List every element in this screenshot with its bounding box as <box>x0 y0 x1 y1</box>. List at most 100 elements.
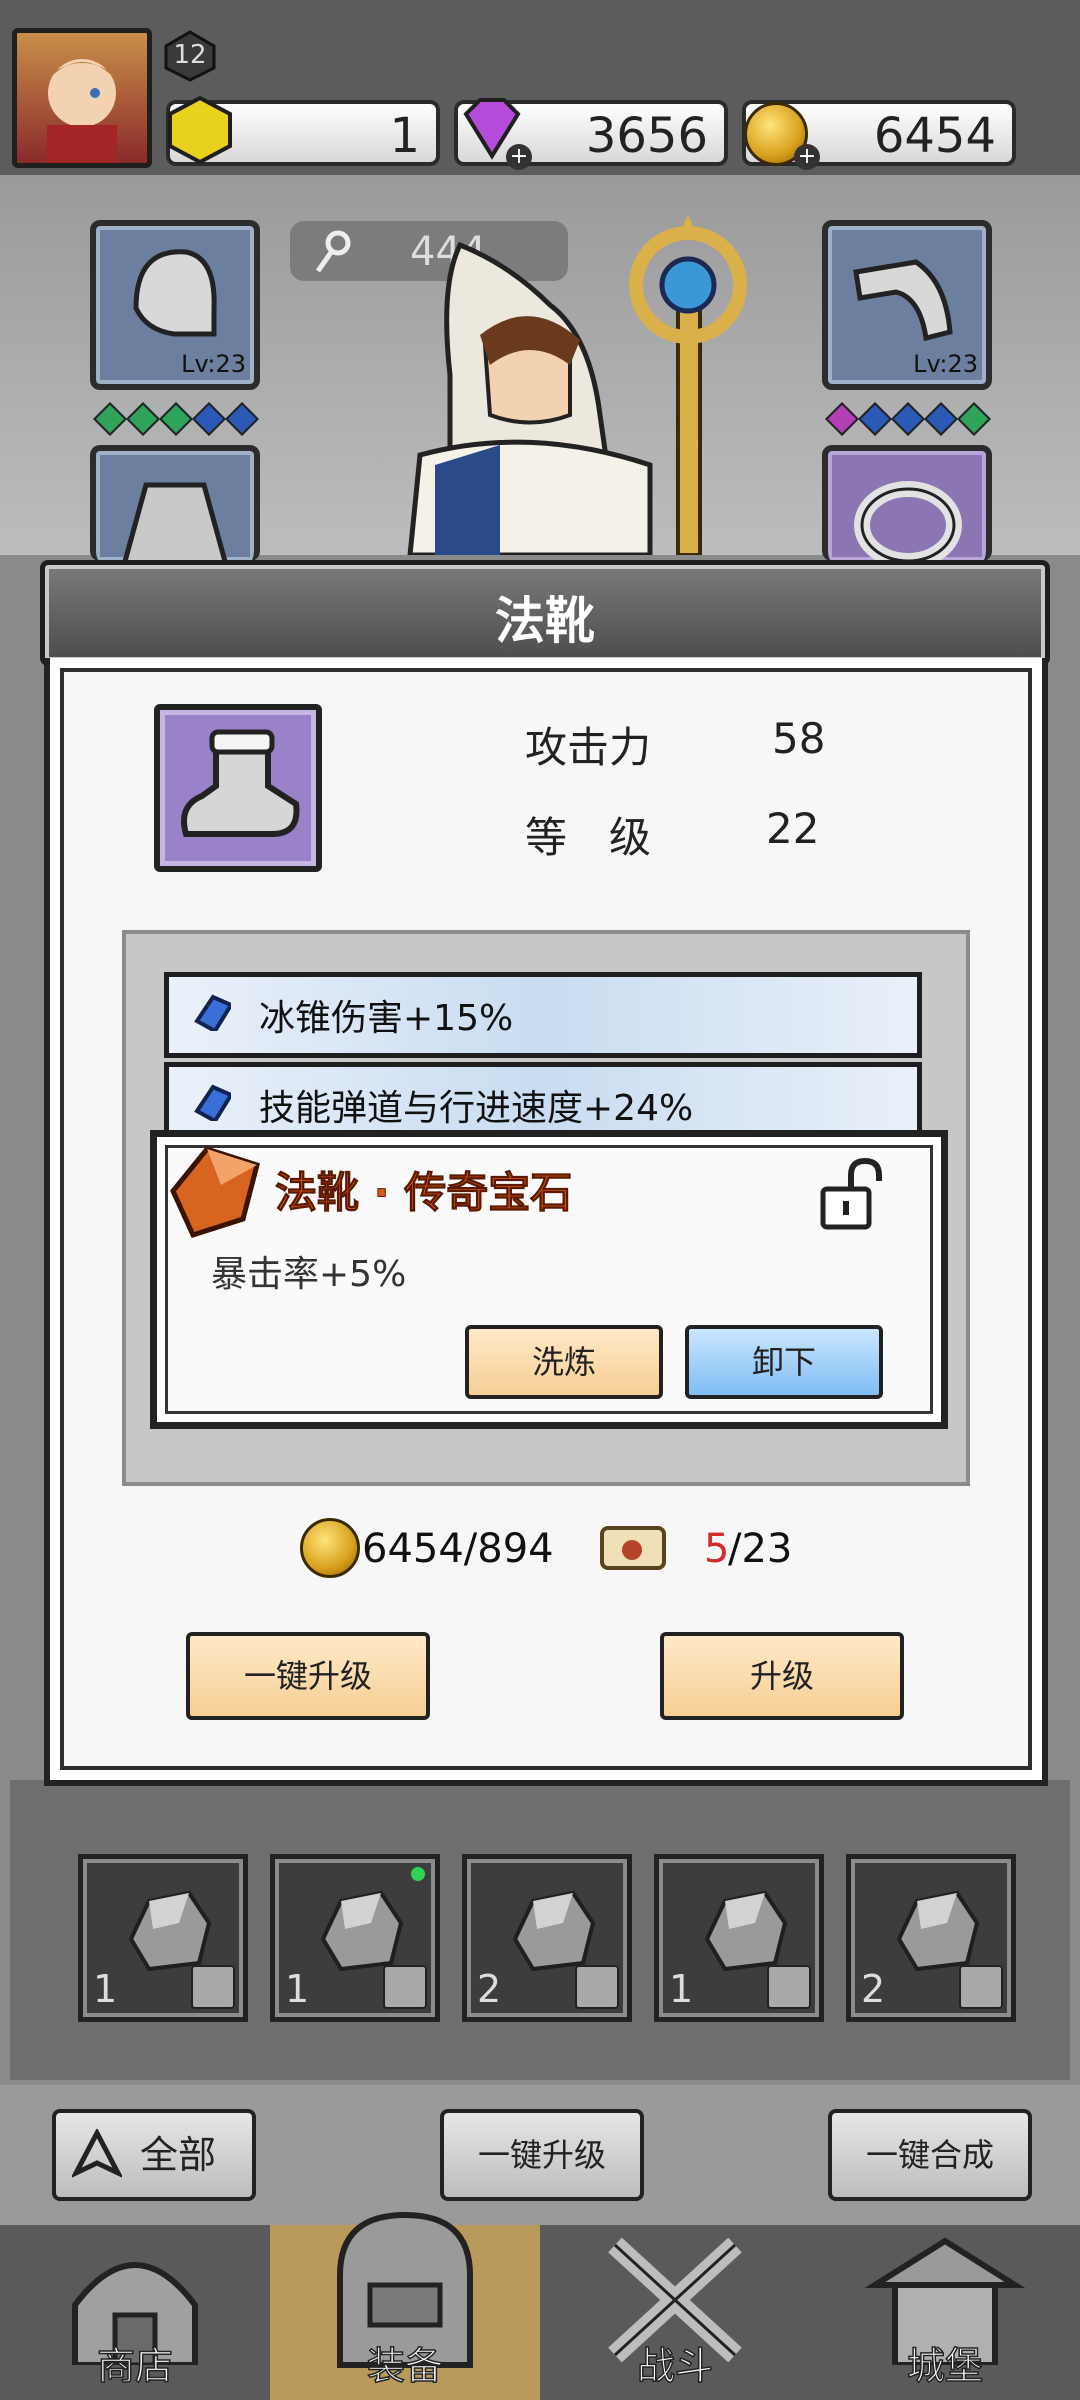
mage-hero-icon <box>407 215 747 558</box>
helmet-level: Lv:23 <box>181 350 246 378</box>
affix-row: 冰锥伤害+15% <box>164 972 922 1058</box>
gem-socket-icon <box>924 402 958 436</box>
item-count: 1 <box>93 1967 118 2011</box>
armor-slot[interactable] <box>90 445 260 565</box>
hero-portrait-icon <box>45 59 119 163</box>
boot-type-icon <box>191 1965 235 2009</box>
hood-helmet-icon <box>133 249 217 337</box>
key-icon <box>315 230 351 273</box>
player-level-badge: 12 <box>162 30 218 82</box>
tab-equipment-label: 装备 <box>366 2343 444 2389</box>
stat-value-attack: 58 <box>772 714 826 763</box>
affix-text: 技能弹道与行进速度+24% <box>259 1088 694 1129</box>
player-avatar[interactable] <box>12 28 152 168</box>
top-bar: 12 1 + 3656 + 6454 <box>0 0 1080 175</box>
ring-slot[interactable] <box>822 445 992 567</box>
robe-icon <box>121 482 229 565</box>
mage-character <box>380 215 780 558</box>
gold-counter: + 6454 <box>742 100 1016 170</box>
tab-castle-label: 城堡 <box>906 2343 984 2389</box>
bracer-slot[interactable]: Lv:23 <box>822 220 992 390</box>
inventory-slot[interactable]: 1 <box>654 1854 824 2022</box>
unlock-icon[interactable] <box>817 1157 887 1233</box>
stat-label-level: 等 级 <box>525 813 652 862</box>
energy-hex-icon <box>168 95 232 165</box>
new-item-dot <box>411 1867 425 1881</box>
gem-socket-icon <box>225 402 259 436</box>
tab-equipment[interactable]: 装备 <box>270 2211 540 2400</box>
bracer-icon <box>853 259 953 342</box>
merge-all-button[interactable]: 一键合成 <box>828 2109 1032 2201</box>
helmet-gem-row <box>93 402 264 436</box>
filter-all-button[interactable]: 全部 <box>52 2109 256 2201</box>
item-dialog-title: 法靴 <box>495 592 595 650</box>
scroll-need: /23 <box>728 1526 793 1572</box>
stat-label-attack: 攻击力 <box>525 723 652 772</box>
bracer-gem-row <box>825 402 996 436</box>
gold-coin-icon <box>300 1518 360 1578</box>
add-gold-button[interactable]: + <box>794 144 820 170</box>
gem-socket-icon <box>126 402 160 436</box>
scroll-icon <box>600 1526 666 1570</box>
staff-type-icon <box>575 1965 619 2009</box>
ring-type-icon <box>959 1965 1003 2009</box>
legendary-gem-card: 法靴 · 传奇宝石 暴击率+5% 洗炼 卸下 <box>150 1130 948 1429</box>
triangle-filter-icon <box>72 2129 122 2178</box>
inventory-slot[interactable]: 1 <box>78 1854 248 2022</box>
bracer-level: Lv:23 <box>913 350 978 378</box>
tab-castle[interactable]: 城堡 <box>810 2225 1080 2400</box>
helmet-slot[interactable]: Lv:23 <box>90 220 260 390</box>
staff-type-icon <box>767 1965 811 2009</box>
cost-gold-value: 6454/894 <box>362 1526 554 1572</box>
item-count: 1 <box>285 1967 310 2011</box>
refine-button[interactable]: 洗炼 <box>465 1325 663 1399</box>
boot-type-icon <box>383 1965 427 2009</box>
blue-crystal-icon <box>194 994 231 1031</box>
character-stage: 444 Lv:23 Lv:23 <box>0 175 1080 567</box>
boot-icon <box>181 729 300 837</box>
remove-gem-button[interactable]: 卸下 <box>685 1325 883 1399</box>
player-level: 12 <box>173 40 207 70</box>
tab-battle-label: 战斗 <box>636 2343 714 2389</box>
affix-text: 冰锥伤害+15% <box>259 998 514 1039</box>
gem-socket-icon <box>891 402 925 436</box>
item-icon-frame <box>154 704 322 872</box>
gem-counter: + 3656 <box>454 98 728 170</box>
inventory-grid: 1 1 2 1 2 <box>10 1780 1070 2080</box>
ring-icon <box>854 481 962 567</box>
gem-socket-icon <box>957 402 991 436</box>
gem-socket-icon <box>825 402 859 436</box>
dialog-upgrade-all-button[interactable]: 一键升级 <box>186 1632 430 1720</box>
item-count: 1 <box>669 1967 694 2011</box>
gold-value: 6454 <box>873 108 996 164</box>
add-gems-button[interactable]: + <box>506 144 532 170</box>
gem-socket-icon <box>93 402 127 436</box>
energy-counter: 1 <box>166 95 440 166</box>
tab-shop[interactable]: 商店 <box>0 2225 270 2400</box>
dialog-upgrade-button[interactable]: 升级 <box>660 1632 904 1720</box>
tab-battle[interactable]: 战斗 <box>540 2225 810 2400</box>
item-dialog-header: 法靴 <box>40 560 1050 666</box>
cost-gold: 6454/894 <box>300 1518 560 1578</box>
cost-scroll: 5 /23 <box>594 1518 834 1578</box>
inventory-slot[interactable]: 2 <box>462 1854 632 2022</box>
inventory-actions: 全部 一键升级 一键合成 <box>0 2085 1080 2225</box>
gem-effect: 暴击率+5% <box>211 1254 407 1295</box>
gem-socket-icon <box>192 402 226 436</box>
gem-socket-icon <box>858 402 892 436</box>
stat-value-level: 22 <box>766 804 820 853</box>
energy-value: 1 <box>389 108 420 164</box>
filter-all-label: 全部 <box>140 2133 217 2177</box>
gem-value: 3656 <box>585 108 708 164</box>
gem-title: 法靴 · 传奇宝石 <box>274 1168 573 1218</box>
tab-shop-label: 商店 <box>96 2343 174 2389</box>
inventory-upgrade-all-button[interactable]: 一键升级 <box>440 2109 644 2201</box>
item-count: 2 <box>861 1967 886 2011</box>
item-count: 2 <box>477 1967 502 2011</box>
bottom-tab-bar: 商店 装备 战斗 城堡 <box>0 2211 1080 2400</box>
scroll-have: 5 <box>704 1526 730 1572</box>
blue-crystal-icon <box>194 1084 231 1121</box>
orange-gem-icon <box>170 1146 261 1239</box>
inventory-slot[interactable]: 1 <box>270 1854 440 2022</box>
inventory-slot[interactable]: 2 <box>846 1854 1016 2022</box>
